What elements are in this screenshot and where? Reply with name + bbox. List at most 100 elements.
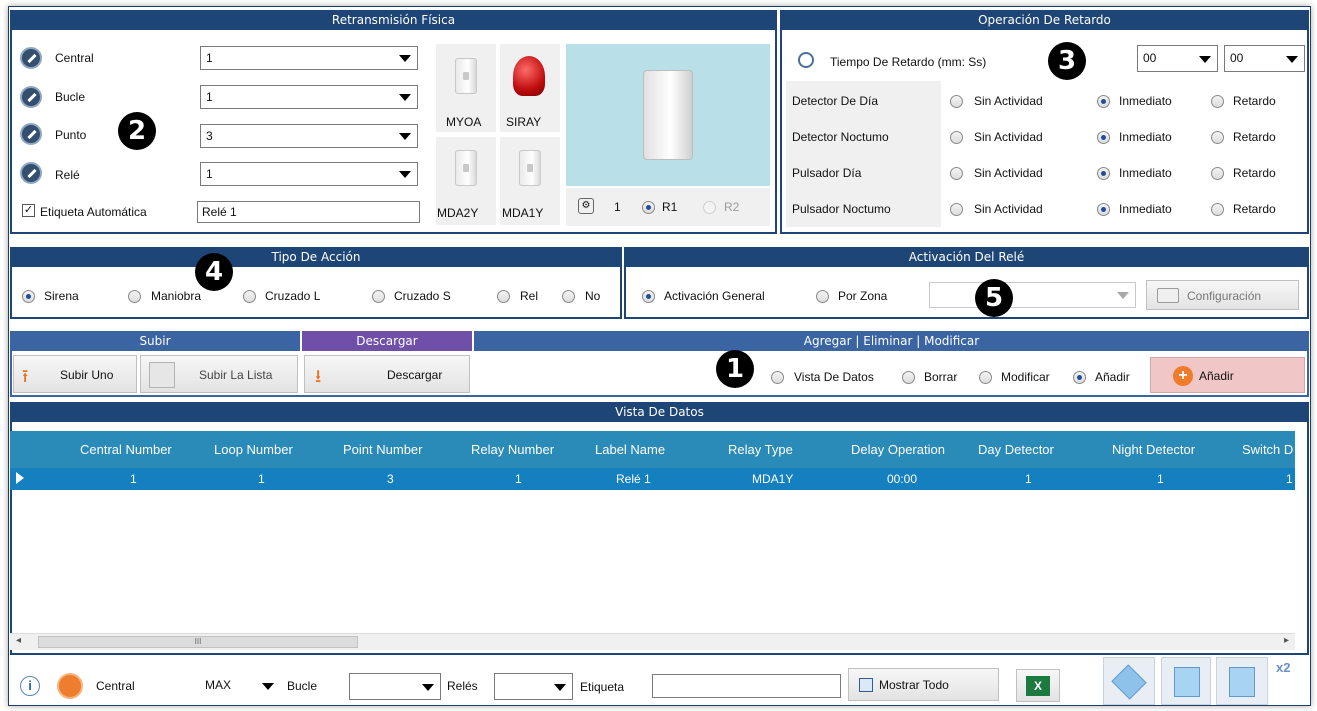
borrar-radio[interactable]	[902, 371, 915, 384]
chevron-down-icon	[399, 171, 411, 178]
detector-dia-sin-radio[interactable]	[950, 95, 963, 108]
cell-delay: 00:00	[887, 472, 918, 486]
delay-minutes-select[interactable]: 00	[1137, 45, 1218, 72]
pulsador-dia-retardo-radio[interactable]	[1211, 167, 1224, 180]
modificar-radio[interactable]	[979, 371, 992, 384]
punto-select[interactable]: 3	[200, 124, 418, 148]
detector-dia-label: Detector De Día	[792, 94, 879, 108]
counter-icon: ⚙	[578, 198, 594, 214]
horizontal-scrollbar[interactable]: ◂ III ▸	[10, 633, 1295, 650]
bucle-label: Bucle	[55, 90, 86, 104]
chevron-down-icon	[1199, 56, 1211, 63]
subir-uno-button[interactable]: ⭱ Subir Uno	[13, 355, 137, 393]
download-arrow-icon: ⭳	[315, 366, 322, 386]
pulsador-dia-sin-radio[interactable]	[950, 167, 963, 180]
filter-etiqueta-input[interactable]	[652, 674, 841, 698]
fit-all-button[interactable]	[1103, 657, 1155, 705]
auto-label-checkbox[interactable]: ✓	[22, 204, 35, 217]
filter-bucle-select[interactable]	[349, 673, 441, 700]
col-switch-d[interactable]: Switch D	[1242, 442, 1293, 457]
maniobra-label: Maniobra	[151, 289, 202, 303]
pulsador-dia-inmediato-radio[interactable]	[1097, 167, 1110, 180]
col-day-detector[interactable]: Day Detector	[978, 442, 1054, 457]
maniobra-radio[interactable]	[128, 290, 141, 303]
central-edit-icon[interactable]	[20, 47, 42, 69]
central-select[interactable]: 1	[200, 46, 418, 70]
auto-label-input[interactable]: Relé 1	[197, 201, 420, 223]
col-relay-type[interactable]: Relay Type	[728, 442, 793, 457]
no-radio[interactable]	[562, 290, 575, 303]
col-loop-number[interactable]: Loop Number	[214, 442, 293, 457]
col-label-name[interactable]: Label Name	[595, 442, 665, 457]
config-icon	[1157, 288, 1179, 303]
table-row[interactable]: 1 1 3 1 Relé 1 MDA1Y 00:00 1 1 1	[10, 468, 1295, 490]
pulsador-nocturno-inmediato-label: Inmediato	[1119, 202, 1172, 216]
search-icon[interactable]	[57, 673, 83, 699]
agregar-header: Agregar | Eliminar | Modificar	[474, 331, 1309, 351]
pulsador-nocturno-retardo-radio[interactable]	[1211, 203, 1224, 216]
detector-dia-retardo-radio[interactable]	[1211, 95, 1224, 108]
pulsador-nocturno-retardo-label: Retardo	[1233, 202, 1276, 216]
detector-dia-retardo-label: Retardo	[1233, 94, 1276, 108]
filter-bucle-label: Bucle	[287, 679, 318, 693]
configuracion-button[interactable]: Configuración	[1146, 280, 1299, 310]
fit-height-button[interactable]	[1216, 657, 1268, 705]
col-relay-number[interactable]: Relay Number	[471, 442, 554, 457]
cruzado-s-label: Cruzado S	[394, 289, 451, 303]
detector-nocturno-sin-radio[interactable]	[950, 131, 963, 144]
rel-radio[interactable]	[497, 290, 510, 303]
anadir-button-label: Añadir	[1199, 369, 1234, 383]
r1-radio[interactable]	[642, 201, 655, 214]
detector-nocturno-inmediato-radio[interactable]	[1097, 131, 1110, 144]
delay-minutes-value: 00	[1143, 51, 1157, 65]
pulsador-nocturno-sin-radio[interactable]	[950, 203, 963, 216]
scroll-left-icon[interactable]: ◂	[16, 635, 21, 646]
export-excel-button[interactable]: X	[1016, 669, 1060, 702]
fit-height-icon	[1229, 667, 1255, 697]
col-point-number[interactable]: Point Number	[343, 442, 422, 457]
scroll-right-icon[interactable]: ▸	[1284, 635, 1289, 646]
detector-nocturno-retardo-label: Retardo	[1233, 130, 1276, 144]
col-central-number[interactable]: Central Number	[80, 442, 172, 457]
r2-radio[interactable]	[703, 201, 716, 214]
fit-width-button[interactable]	[1161, 657, 1211, 705]
mostrar-todo-button[interactable]: Mostrar Todo	[848, 668, 999, 701]
punto-edit-icon[interactable]	[20, 123, 42, 145]
zona-select[interactable]	[929, 282, 1136, 308]
rele-select[interactable]: 1	[200, 162, 418, 186]
cruzado-l-radio[interactable]	[243, 290, 256, 303]
row-pointer-icon	[16, 472, 24, 484]
zoom-label[interactable]: x2	[1276, 660, 1290, 675]
retardo-header: Operación De Retardo	[780, 10, 1309, 30]
bucle-select[interactable]: 1	[200, 85, 418, 109]
detector-dia-inmediato-radio[interactable]	[1097, 95, 1110, 108]
por-zona-radio[interactable]	[816, 290, 829, 303]
marker-1: 1	[716, 350, 754, 388]
rele-edit-icon[interactable]	[20, 162, 42, 184]
descargar-label: Descargar	[387, 368, 443, 382]
descargar-button[interactable]: ⭳ Descargar	[304, 355, 470, 393]
anadir-button[interactable]: + Añadir	[1150, 357, 1305, 393]
scroll-thumb[interactable]: III	[38, 636, 358, 648]
siray-label: SIRAY	[506, 115, 542, 129]
col-night-detector[interactable]: Night Detector	[1112, 442, 1195, 457]
info-icon[interactable]: i	[20, 676, 40, 696]
bucle-edit-icon[interactable]	[20, 86, 42, 108]
myoa-device-icon	[455, 58, 477, 94]
detector-nocturno-retardo-radio[interactable]	[1211, 131, 1224, 144]
sirena-radio[interactable]	[22, 290, 35, 303]
activacion-general-radio[interactable]	[642, 290, 655, 303]
detector-nocturno-sin-label: Sin Actividad	[974, 130, 1043, 144]
delay-seconds-select[interactable]: 00	[1224, 45, 1305, 72]
vista-datos-radio[interactable]	[771, 371, 784, 384]
anadir-radio[interactable]	[1073, 371, 1086, 384]
filter-central-label: Central	[96, 679, 135, 693]
cruzado-s-radio[interactable]	[372, 290, 385, 303]
pulsador-nocturno-inmediato-radio[interactable]	[1097, 203, 1110, 216]
chevron-down-icon	[422, 684, 434, 691]
filter-reles-select[interactable]	[494, 673, 573, 700]
filter-central-select[interactable]: MAX	[200, 673, 280, 700]
pulsador-dia-retardo-label: Retardo	[1233, 166, 1276, 180]
subir-lista-button[interactable]: Subir La Lista	[140, 355, 298, 393]
col-delay-operation[interactable]: Delay Operation	[851, 442, 945, 457]
